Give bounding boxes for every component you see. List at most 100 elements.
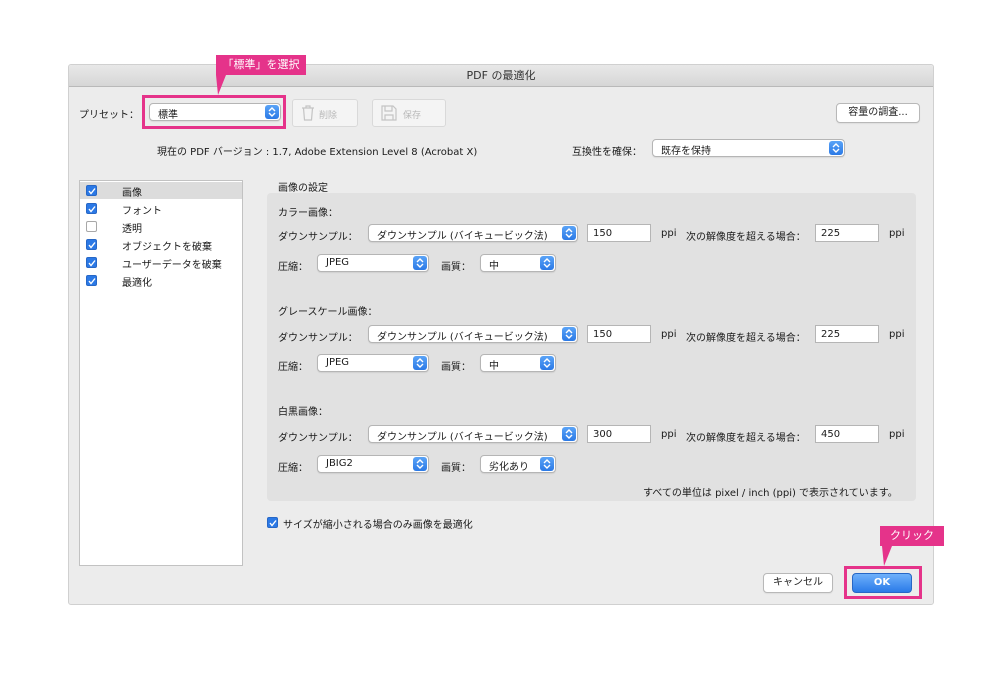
grayscale-quality-value: 中 — [489, 361, 499, 372]
select-arrows-icon — [562, 427, 576, 441]
category-label: フォント — [122, 206, 162, 217]
ppi-unit: ppi — [889, 228, 905, 239]
color-ppi-value: 150 — [593, 228, 613, 239]
ppi-unit: ppi — [661, 429, 677, 440]
threshold-label: 次の解像度を超える場合： — [686, 433, 806, 444]
ppi-unit: ppi — [661, 329, 677, 340]
grayscale-downsample-value: ダウンサンプル (バイキュービック法) — [377, 332, 548, 343]
grayscale-threshold-value: 225 — [821, 329, 841, 340]
ppi-unit: ppi — [889, 329, 905, 340]
select-arrows-icon — [540, 457, 554, 471]
color-compression-value: JPEG — [326, 257, 350, 268]
quality-label: 画質： — [441, 262, 471, 273]
color-quality-select[interactable]: 中 — [480, 254, 556, 272]
ppi-unit: ppi — [661, 228, 677, 239]
select-arrows-icon — [413, 457, 427, 471]
delete-button[interactable]: 削除 — [292, 99, 358, 127]
mono-compression-select[interactable]: JBIG2 — [317, 455, 429, 473]
select-arrows-icon — [413, 256, 427, 270]
category-label: オブジェクトを破棄 — [122, 242, 212, 253]
save-label: 保存 — [403, 111, 422, 121]
checkbox-images[interactable] — [86, 185, 97, 196]
version-text: 現在の PDF バージョン : 1.7, Adobe Extension Lev… — [157, 147, 478, 158]
color-threshold-value: 225 — [821, 228, 841, 239]
mono-downsample-select[interactable]: ダウンサンプル (バイキュービック法) — [368, 425, 578, 443]
grayscale-ppi-input[interactable]: 150 — [587, 325, 651, 343]
compat-label: 互換性を確保： — [572, 147, 642, 158]
color-ppi-input[interactable]: 150 — [587, 224, 651, 242]
color-images-title: カラー画像： — [278, 208, 338, 219]
select-arrows-icon — [413, 356, 427, 370]
grayscale-downsample-select[interactable]: ダウンサンプル (バイキュービック法) — [368, 325, 578, 343]
dialog-title: PDF の最適化 — [69, 65, 933, 87]
category-item-clean-up[interactable]: 最適化 — [80, 272, 242, 289]
grayscale-images-title: グレースケール画像： — [278, 307, 378, 318]
category-item-images[interactable]: 画像 — [80, 182, 242, 199]
category-item-fonts[interactable]: フォント — [80, 200, 242, 217]
optimize-if-smaller-checkbox[interactable] — [267, 517, 278, 528]
category-label: 透明 — [122, 224, 142, 235]
category-item-discard-objects[interactable]: オブジェクトを破棄 — [80, 236, 242, 253]
save-button[interactable]: 保存 — [372, 99, 446, 127]
category-list: 画像 フォント 透明 オブジェクトを破棄 ユーザーデータを破棄 最適化 — [79, 180, 243, 566]
mono-threshold-input[interactable]: 450 — [815, 425, 879, 443]
grayscale-compression-select[interactable]: JPEG — [317, 354, 429, 372]
grayscale-quality-select[interactable]: 中 — [480, 354, 556, 372]
category-label: 最適化 — [122, 278, 152, 289]
threshold-label: 次の解像度を超える場合： — [686, 232, 806, 243]
select-arrows-icon — [540, 356, 554, 370]
grayscale-compression-value: JPEG — [326, 357, 350, 368]
compat-value: 既存を保持 — [661, 146, 711, 157]
optimize-if-smaller-label: サイズが縮小される場合のみ画像を最適化 — [283, 520, 473, 531]
color-downsample-select[interactable]: ダウンサンプル (バイキュービック法) — [368, 224, 578, 242]
checkbox-discard-user-data[interactable] — [86, 257, 97, 268]
compress-label: 圧縮： — [278, 362, 308, 373]
mono-compression-value: JBIG2 — [326, 458, 353, 469]
preset-highlight-frame — [142, 95, 286, 129]
mono-images-title: 白黒画像： — [278, 407, 328, 418]
downsample-label: ダウンサンプル： — [278, 232, 358, 243]
image-settings-title: 画像の設定 — [278, 183, 328, 194]
quality-label: 画質： — [441, 463, 471, 474]
compress-label: 圧縮： — [278, 262, 308, 273]
category-item-transparency[interactable]: 透明 — [80, 218, 242, 235]
mono-ppi-input[interactable]: 300 — [587, 425, 651, 443]
category-item-discard-user-data[interactable]: ユーザーデータを破棄 — [80, 254, 242, 271]
trash-icon — [302, 105, 314, 121]
color-quality-value: 中 — [489, 261, 499, 272]
pdf-optimize-dialog: PDF の最適化 プリセット： 標準 削除 保存 容量の調査... 現在の PD… — [68, 64, 934, 605]
unit-note: すべての単位は pixel / inch (ppi) で表示されています。 — [643, 488, 898, 499]
checkbox-discard-objects[interactable] — [86, 239, 97, 250]
cancel-button[interactable]: キャンセル — [763, 573, 833, 593]
grayscale-threshold-input[interactable]: 225 — [815, 325, 879, 343]
category-label: ユーザーデータを破棄 — [122, 260, 222, 271]
downsample-label: ダウンサンプル： — [278, 433, 358, 444]
checkbox-fonts[interactable] — [86, 203, 97, 214]
color-threshold-input[interactable]: 225 — [815, 224, 879, 242]
mono-quality-value: 劣化あり — [489, 462, 529, 473]
audit-space-button[interactable]: 容量の調査... — [836, 103, 920, 123]
mono-ppi-value: 300 — [593, 429, 613, 440]
select-arrows-icon — [829, 141, 843, 155]
preset-label: プリセット： — [79, 110, 139, 121]
quality-label: 画質： — [441, 362, 471, 373]
checkbox-transparency[interactable] — [86, 221, 97, 232]
callout-pointer-icon — [216, 75, 226, 95]
checkbox-clean-up[interactable] — [86, 275, 97, 286]
color-downsample-value: ダウンサンプル (バイキュービック法) — [377, 231, 548, 242]
mono-threshold-value: 450 — [821, 429, 841, 440]
downsample-label: ダウンサンプル： — [278, 333, 358, 344]
save-icon — [381, 105, 397, 121]
compat-select[interactable]: 既存を保持 — [652, 139, 845, 157]
compress-label: 圧縮： — [278, 463, 308, 474]
grayscale-ppi-value: 150 — [593, 329, 613, 340]
ppi-unit: ppi — [889, 429, 905, 440]
delete-label: 削除 — [319, 111, 338, 121]
select-arrows-icon — [562, 226, 576, 240]
select-arrows-icon — [540, 256, 554, 270]
mono-downsample-value: ダウンサンプル (バイキュービック法) — [377, 432, 548, 443]
category-label: 画像 — [122, 188, 142, 199]
color-compression-select[interactable]: JPEG — [317, 254, 429, 272]
mono-quality-select[interactable]: 劣化あり — [480, 455, 556, 473]
callout-pointer-icon — [882, 546, 892, 566]
